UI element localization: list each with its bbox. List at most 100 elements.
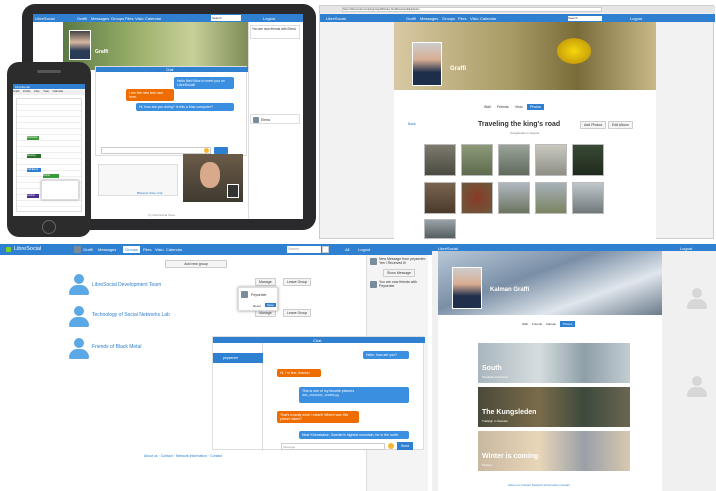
photo-thumb[interactable]: [498, 182, 530, 214]
phone-event[interactable]: Meeting: [27, 154, 41, 158]
main-search-input[interactable]: Search: [287, 246, 321, 253]
group-name[interactable]: Friends of Black Metal: [92, 344, 141, 350]
video-self-view: [227, 184, 239, 198]
member-popup: Peysenier Reset Save: [238, 287, 278, 311]
popup-save-button[interactable]: Save: [265, 303, 276, 307]
phone-home-button[interactable]: [42, 220, 56, 234]
footer-link[interactable]: Contact: [161, 454, 173, 458]
photo-thumb[interactable]: [424, 144, 456, 176]
tab-photos[interactable]: Photos: [527, 104, 544, 110]
photo-thumb[interactable]: [572, 182, 604, 214]
tablet-search-input[interactable]: Search: [211, 15, 241, 21]
emoji-icon[interactable]: [204, 148, 209, 153]
photo-thumb[interactable]: [572, 144, 604, 176]
group-name[interactable]: LibreSocial Development Team: [92, 282, 161, 288]
browser-url-bar[interactable]: https://libresocial.com/plugins/graffi/i…: [342, 7, 602, 12]
browser-nav-groups[interactable]: Groups: [442, 16, 455, 21]
photo-thumb[interactable]: [424, 219, 456, 239]
photo-thumb[interactable]: [424, 182, 456, 214]
back-button[interactable]: Back: [408, 122, 416, 126]
leave-group-button[interactable]: Leave Group: [283, 278, 312, 286]
footer-link[interactable]: About us: [144, 454, 158, 458]
add-photos-button[interactable]: Add Photos: [580, 121, 607, 129]
tab-visio[interactable]: Visio: [515, 105, 523, 109]
main-nav-profile[interactable]: Graffi: [83, 247, 93, 252]
album-card[interactable]: South Taraludio Antarctica: [478, 343, 630, 383]
tablet-nav-files[interactable]: Files: [125, 16, 133, 21]
tab-wall[interactable]: Wall: [522, 322, 528, 326]
album-card[interactable]: The Kungsleden Trailsign in Sweden: [478, 387, 630, 427]
photo-thumb[interactable]: [535, 144, 567, 176]
tab-kalman[interactable]: Kalman: [546, 322, 556, 326]
phone-tab[interactable]: Visio: [43, 90, 49, 93]
main-nav-messages[interactable]: Messages: [98, 247, 116, 252]
main-nav-groups[interactable]: Groups: [123, 245, 141, 253]
main-nav-calendar[interactable]: Calendar: [166, 247, 182, 252]
browser-logout[interactable]: Logout: [630, 16, 642, 21]
search-icon[interactable]: [322, 246, 329, 253]
tab-friends[interactable]: Friends: [532, 322, 542, 326]
tablet-logout[interactable]: Logout: [263, 16, 275, 21]
tab-friends[interactable]: Friends: [497, 105, 509, 109]
group-name[interactable]: Technology of Social Networks Lab: [92, 312, 170, 318]
chat-send-button[interactable]: Send: [397, 442, 413, 450]
photo-thumb[interactable]: [461, 144, 493, 176]
phone-tab[interactable]: Profile: [23, 90, 30, 93]
main-logo[interactable]: LibreSocial: [14, 246, 41, 252]
manage-button[interactable]: Manage: [255, 278, 276, 286]
tablet-chat-header[interactable]: Chat: [96, 67, 248, 72]
popup-reset[interactable]: Reset: [253, 304, 261, 308]
add-group-button[interactable]: Add new group: [165, 260, 227, 268]
tablet-nav-messages[interactable]: Messages: [91, 16, 109, 21]
phone-tab[interactable]: Graffi: [13, 90, 19, 93]
tablet-send-button[interactable]: [214, 147, 228, 154]
tab-photos[interactable]: Photos: [560, 321, 576, 327]
browser-navbar: LibreSocial Graffi Messages Groups Files…: [320, 14, 715, 22]
browser-nav-files[interactable]: Files: [458, 16, 466, 21]
browser-logo[interactable]: LibreSocial: [326, 16, 346, 21]
photo-thumb[interactable]: [461, 182, 493, 214]
photo-thumb[interactable]: [498, 144, 530, 176]
tablet-nav-calendar[interactable]: Calendar: [145, 16, 161, 21]
message-notification[interactable]: New Message from peysenier: Yes I Receiv…: [379, 257, 427, 265]
chat-contact-item[interactable]: peysenier: [213, 353, 263, 363]
phone-tab[interactable]: Calendar: [53, 90, 64, 93]
tablet-side-user[interactable]: Elena: [250, 114, 300, 124]
main-logout[interactable]: Logout: [358, 247, 370, 252]
chat-input[interactable]: Message: [281, 443, 385, 450]
phone-event[interactable]: Lecture: [27, 194, 39, 198]
tablet-nav-groups[interactable]: Groups: [111, 16, 124, 21]
browser-nav-calendar[interactable]: Calendar: [480, 16, 496, 21]
phone-event[interactable]: Workshop: [27, 136, 39, 140]
main-user-menu[interactable]: All: [345, 247, 349, 252]
photo-thumb[interactable]: [535, 182, 567, 214]
friend-notification[interactable]: You are now friends with Peysenier: [379, 280, 427, 288]
phone-event[interactable]: Dinner: [43, 174, 59, 178]
emoji-icon[interactable]: [388, 443, 394, 449]
main-nav-visio[interactable]: Visio: [155, 247, 164, 252]
show-message-button[interactable]: Show Message: [383, 269, 415, 277]
tablet-nav-profile[interactable]: Graffi: [77, 16, 87, 21]
phone-logo[interactable]: LibreSocial: [15, 85, 30, 89]
edit-album-button[interactable]: Edit Album: [608, 121, 633, 129]
leave-group-button[interactable]: Leave Group: [283, 309, 312, 317]
tablet-chat-input[interactable]: [101, 147, 211, 154]
tablet-nav-visio[interactable]: Visio: [135, 16, 144, 21]
footer-link[interactable]: Contact: [210, 454, 222, 458]
browser-nav-visio[interactable]: Visio: [470, 16, 479, 21]
browser-nav-messages[interactable]: Messages: [420, 16, 438, 21]
browser-nav-profile[interactable]: Graffi: [406, 16, 416, 21]
tab-wall[interactable]: Wall: [484, 105, 491, 109]
phone-event[interactable]: Call Elena: [27, 168, 41, 172]
footer-link[interactable]: Network information: [176, 454, 207, 458]
chat-attachment-link[interactable]: IMG_20160101_123456.jpg: [302, 393, 339, 397]
tablet-navbar: LibreSocial Graffi Messages Groups Files…: [33, 14, 303, 22]
album-card[interactable]: Winter is coming Finland: [478, 431, 630, 471]
tablet-notification[interactable]: You are now friends with Elena: [250, 25, 300, 39]
browser-search-input[interactable]: Search: [568, 15, 602, 21]
right-logo[interactable]: LibreSocial: [438, 246, 458, 251]
main-nav-files[interactable]: Files: [143, 247, 151, 252]
tablet-logo[interactable]: LibreSocial: [35, 16, 55, 21]
phone-tab[interactable]: Files: [34, 90, 39, 93]
right-logout[interactable]: Logout: [680, 246, 692, 251]
